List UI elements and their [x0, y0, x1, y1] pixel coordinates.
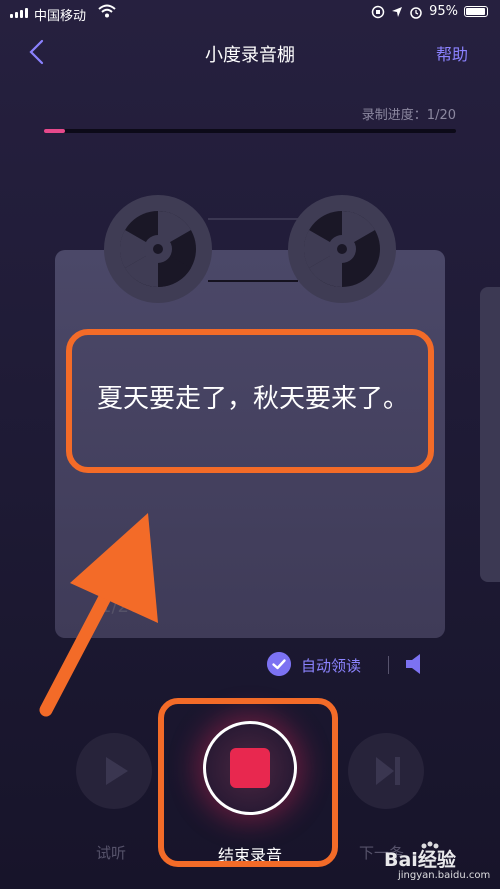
next-card-peek — [480, 287, 500, 582]
battery-percent: 95% — [429, 4, 458, 19]
play-preview-button[interactable] — [76, 733, 152, 809]
recording-progress-bar — [44, 129, 456, 133]
next-sentence-button[interactable] — [348, 733, 424, 809]
listen-label: 试听 — [96, 844, 127, 862]
carrier-name: 中国移动 — [34, 9, 87, 24]
recording-progress-label: 录制进度：1/20 — [361, 108, 456, 123]
tape-strip — [208, 280, 298, 282]
wifi-icon — [98, 4, 116, 18]
auto-read-label[interactable]: 自动领读 — [301, 655, 361, 676]
location-icon — [392, 6, 403, 17]
status-bar: 中国移动 95% — [0, 0, 500, 26]
annotation-arrow-icon — [39, 513, 158, 717]
sentence-highlight-box — [66, 329, 434, 473]
page-title: 小度录音棚 — [205, 45, 295, 66]
auto-read-check-icon[interactable] — [267, 652, 291, 676]
speaker-icon[interactable] — [404, 652, 426, 676]
battery-icon — [464, 6, 488, 17]
divider — [388, 656, 389, 674]
tape-strip — [208, 218, 298, 220]
status-right: 95% — [371, 4, 488, 19]
play-icon — [106, 757, 128, 785]
watermark-url: jingyan.baidu.com — [398, 870, 491, 881]
record-highlight-box — [158, 698, 338, 867]
tape-reel-icon — [288, 195, 396, 303]
progress-fill — [44, 129, 65, 133]
skip-next-icon — [376, 757, 400, 785]
orientation-lock-icon — [371, 5, 385, 18]
alarm-icon — [410, 6, 422, 19]
tape-reel-icon — [104, 195, 212, 303]
signal-icon — [10, 8, 28, 18]
help-button[interactable]: 帮助 — [436, 41, 468, 65]
watermark-brand: Bai经验 — [384, 849, 456, 871]
